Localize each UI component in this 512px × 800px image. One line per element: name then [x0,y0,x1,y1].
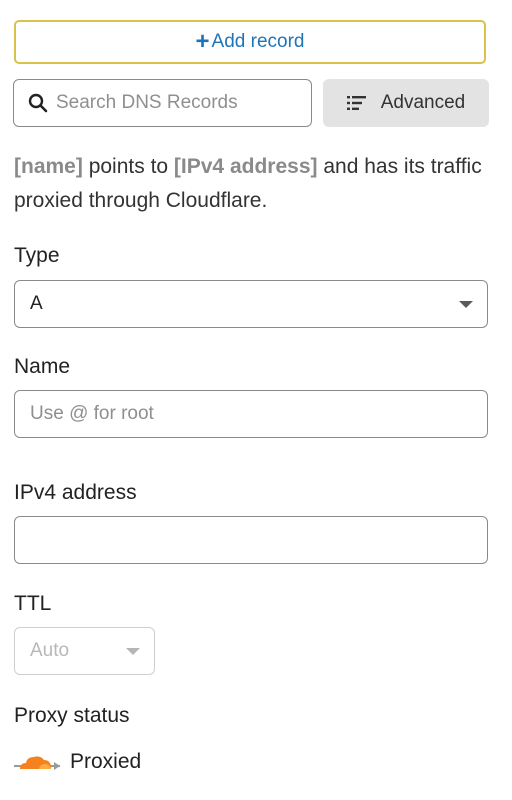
plus-icon: + [195,28,210,55]
proxy-status-toggle[interactable]: Proxied [14,746,141,778]
type-value: A [30,293,43,314]
ttl-value: Auto [30,640,70,661]
name-field[interactable]: Use @ for root [14,390,488,438]
advanced-label: Advanced [380,92,466,113]
list-icon [346,96,366,110]
name-placeholder-token: [name] [14,155,83,178]
type-label: Type [14,244,60,267]
name-placeholder: Use @ for root [30,403,154,424]
add-record-button[interactable]: + Add record [14,20,486,64]
dns-record-form: + Add record Advanced [name] points to [… [0,0,512,800]
record-description: [name] points to [IPv4 address] and has … [14,150,494,218]
ttl-select[interactable]: Auto [14,627,155,675]
description-text: points to [82,155,174,178]
ipv4-field[interactable] [14,516,488,564]
search-input[interactable] [56,92,286,114]
search-box[interactable] [13,79,312,127]
chevron-down-icon [126,648,140,655]
type-select[interactable]: A [14,280,488,328]
cloud-proxy-icon [14,756,60,770]
ttl-label: TTL [14,592,52,615]
search-icon [28,93,48,113]
advanced-button[interactable]: Advanced [323,79,489,127]
ipv4-label: IPv4 address [14,481,137,504]
name-label: Name [14,355,71,378]
chevron-down-icon [459,301,473,308]
proxy-status-label: Proxy status [14,704,130,727]
add-record-label: Add record [211,31,305,52]
proxy-status-value: Proxied [70,750,142,773]
address-placeholder-token: [IPv4 address] [173,155,318,178]
